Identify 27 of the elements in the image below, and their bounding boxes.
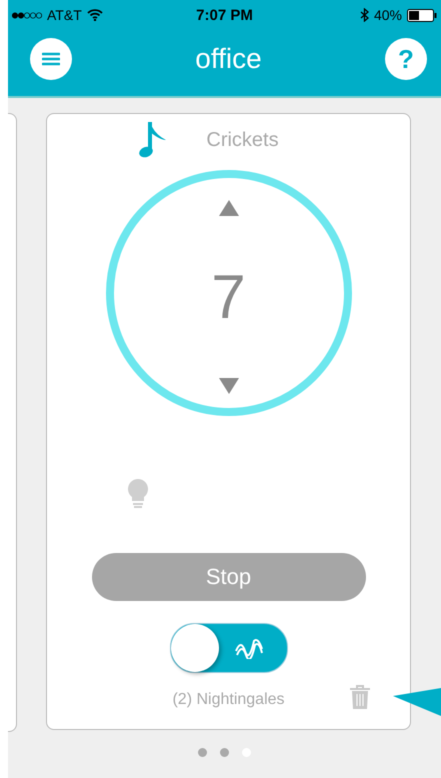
music-note-icon — [138, 120, 168, 160]
wifi-icon — [86, 9, 103, 21]
bluetooth-icon — [360, 8, 369, 22]
dial-value: 7 — [211, 262, 246, 332]
carrier-text: AT&T — [47, 7, 82, 23]
stop-button[interactable]: Stop — [92, 553, 366, 601]
page-title: office — [195, 43, 262, 75]
sound-name: Crickets — [206, 128, 279, 152]
trash-icon[interactable] — [350, 685, 370, 709]
decrease-button[interactable] — [218, 378, 238, 394]
light-bulb-icon[interactable] — [127, 478, 149, 510]
wave-toggle[interactable] — [170, 623, 288, 673]
group-label: (2) Nightingales — [172, 691, 285, 709]
menu-button[interactable] — [30, 38, 72, 80]
help-button[interactable]: ? — [384, 38, 427, 80]
page-dot[interactable] — [198, 748, 207, 757]
page-dot[interactable] — [220, 748, 229, 757]
battery-icon — [406, 8, 437, 22]
up-triangle-icon — [218, 200, 238, 216]
wave-icon — [234, 637, 262, 659]
down-triangle-icon — [218, 378, 238, 394]
menu-icon — [42, 52, 60, 66]
time-text: 7:07 PM — [196, 6, 253, 24]
increase-button[interactable] — [218, 200, 238, 216]
battery-text: 40% — [374, 7, 402, 23]
pointer-arrow — [393, 688, 441, 716]
signal-icon — [12, 12, 42, 18]
